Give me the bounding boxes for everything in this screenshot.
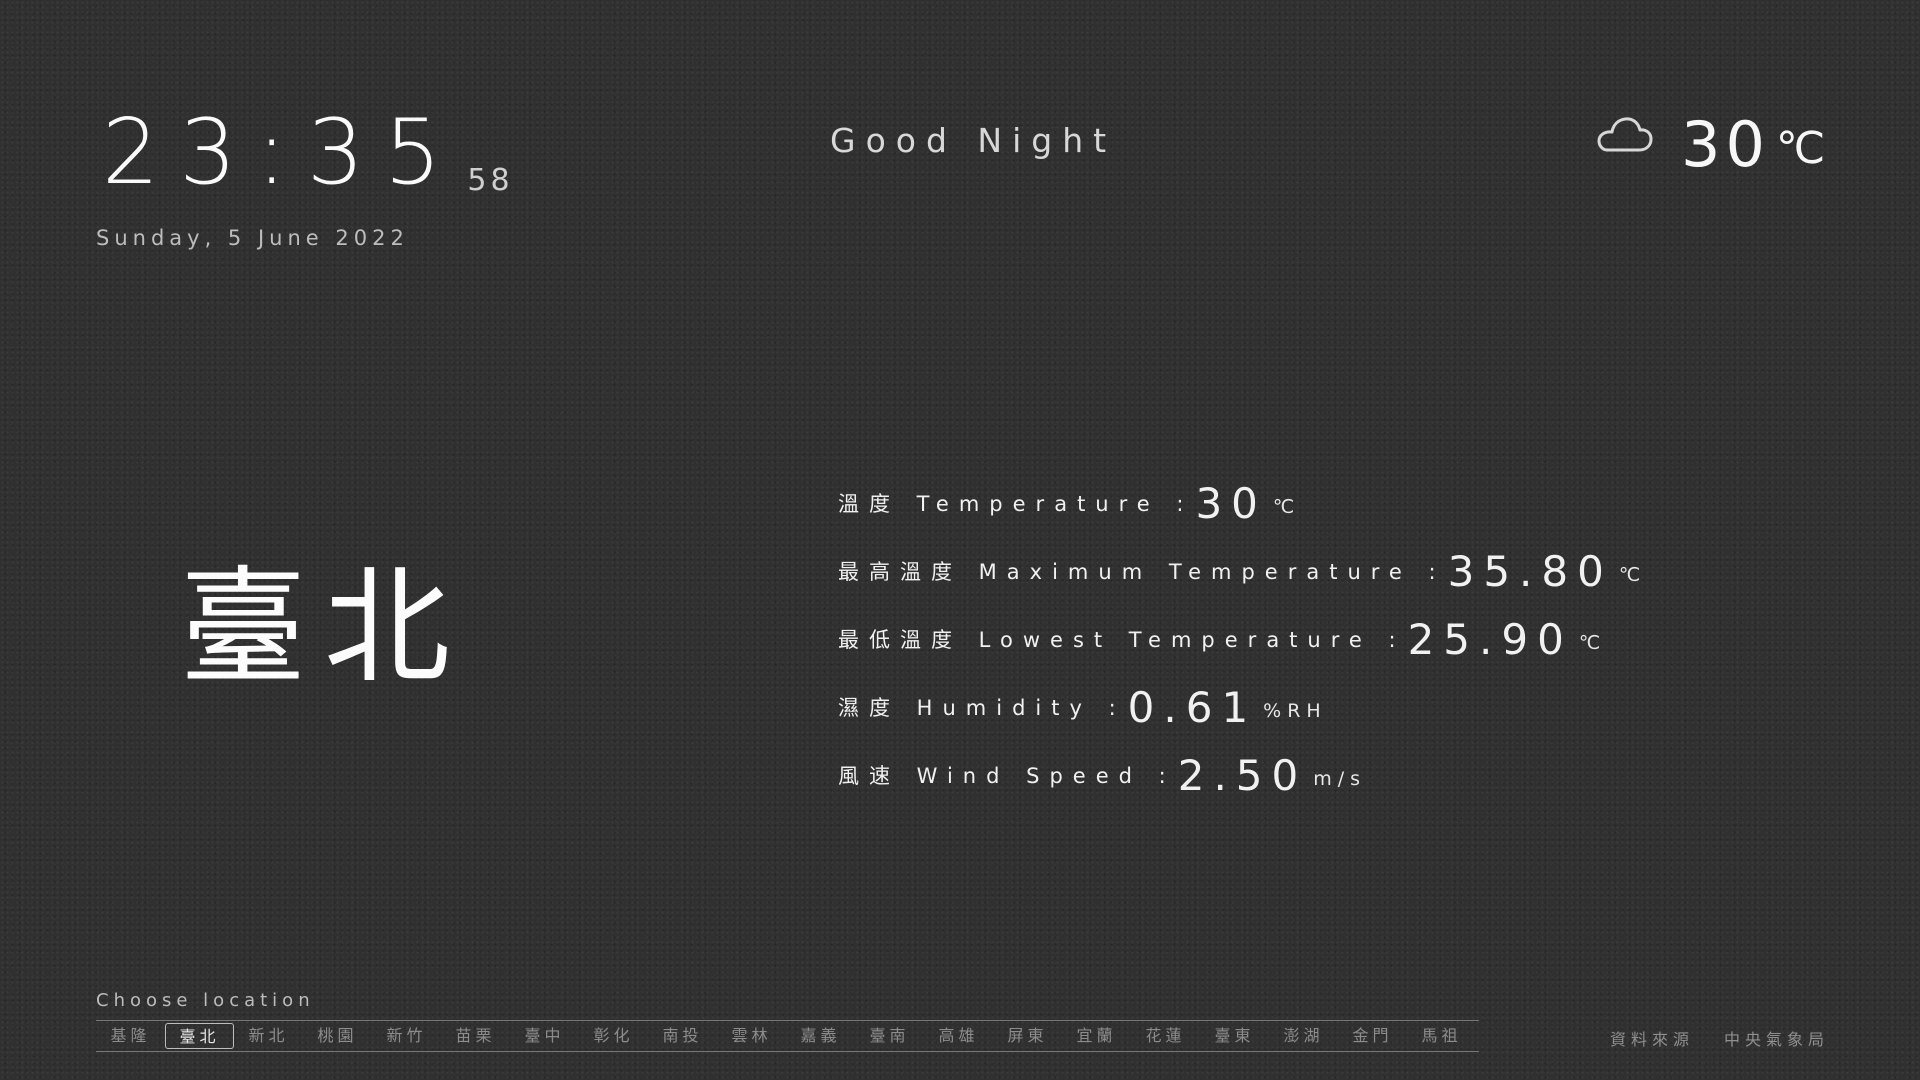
stat-label: 最低溫度 Lowest Temperature :: [838, 628, 1406, 652]
location-keelung[interactable]: 基隆: [96, 1024, 165, 1048]
stat-unit: %RH: [1263, 700, 1327, 722]
location-matsu[interactable]: 馬祖: [1407, 1024, 1476, 1048]
location-yunlin[interactable]: 雲林: [717, 1024, 786, 1048]
stat-label: 風速 Wind Speed :: [838, 764, 1176, 788]
greeting-text: Good Night: [830, 121, 1117, 160]
stat-unit: ℃: [1618, 564, 1647, 586]
data-source-label: 資料來源: [1610, 1030, 1695, 1049]
location-selector: 基隆 臺北 新北 桃園 新竹 苗栗 臺中 彰化 南投 雲林 嘉義 臺南 高雄 屏…: [96, 1020, 1479, 1052]
location-taitung[interactable]: 臺東: [1200, 1024, 1269, 1048]
stat-value: 30: [1195, 479, 1267, 528]
clock-seconds: 58: [467, 163, 514, 198]
stat-maximum-temperature: 最高溫度 Maximum Temperature : 35.80 ℃: [838, 528, 1768, 596]
location-taichung[interactable]: 臺中: [510, 1024, 579, 1048]
location-hualien[interactable]: 花蓮: [1131, 1024, 1200, 1048]
stat-value: 0.61: [1127, 683, 1258, 732]
cloud-icon: [1597, 117, 1653, 152]
date-text: Sunday, 5 June 2022: [96, 226, 409, 250]
location-kinmen[interactable]: 金門: [1338, 1024, 1407, 1048]
stat-lowest-temperature: 最低溫度 Lowest Temperature : 25.90 ℃: [838, 596, 1768, 664]
location-changhua[interactable]: 彰化: [579, 1024, 648, 1048]
location-new-taipei[interactable]: 新北: [234, 1024, 303, 1048]
location-yilan[interactable]: 宜蘭: [1062, 1024, 1131, 1048]
location-kaohsiung[interactable]: 高雄: [924, 1024, 993, 1048]
stat-label: 最高溫度 Maximum Temperature :: [838, 560, 1446, 584]
stat-value: 35.80: [1447, 547, 1613, 596]
stat-label: 溫度 Temperature :: [838, 492, 1194, 516]
stat-label: 濕度 Humidity :: [838, 696, 1126, 720]
current-temperature: 30: [1681, 108, 1770, 181]
stat-unit: ℃: [1272, 496, 1301, 518]
temperature-unit: ℃: [1775, 123, 1826, 174]
clock: 23:35 58: [102, 100, 514, 205]
location-hsinchu[interactable]: 新竹: [372, 1024, 441, 1048]
location-taipei[interactable]: 臺北: [165, 1023, 234, 1049]
location-taoyuan[interactable]: 桃園: [303, 1024, 372, 1048]
stat-wind-speed: 風速 Wind Speed : 2.50 m/s: [838, 732, 1768, 800]
stat-unit: m/s: [1313, 768, 1367, 790]
location-miaoli[interactable]: 苗栗: [441, 1024, 510, 1048]
data-source-name: 中央氣象局: [1724, 1030, 1830, 1049]
stat-value: 2.50: [1177, 751, 1308, 800]
stat-temperature: 溫度 Temperature : 30 ℃: [838, 460, 1768, 528]
city-name: 臺北: [180, 554, 468, 701]
location-penghu[interactable]: 澎湖: [1269, 1024, 1338, 1048]
location-nantou[interactable]: 南投: [648, 1024, 717, 1048]
location-tainan[interactable]: 臺南: [855, 1024, 924, 1048]
current-weather: 30 ℃: [1591, 112, 1825, 176]
location-chiayi[interactable]: 嘉義: [786, 1024, 855, 1048]
clock-time: 23:35: [102, 100, 462, 205]
stat-unit: ℃: [1578, 632, 1607, 654]
choose-location-label: Choose location: [96, 990, 315, 1011]
data-source: 資料來源 中央氣象局: [1610, 1026, 1829, 1050]
weather-stats: 溫度 Temperature : 30 ℃ 最高溫度 Maximum Tempe…: [838, 460, 1768, 800]
stat-humidity: 濕度 Humidity : 0.61 %RH: [838, 664, 1768, 732]
stat-value: 25.90: [1407, 615, 1573, 664]
location-pingtung[interactable]: 屏東: [993, 1024, 1062, 1048]
